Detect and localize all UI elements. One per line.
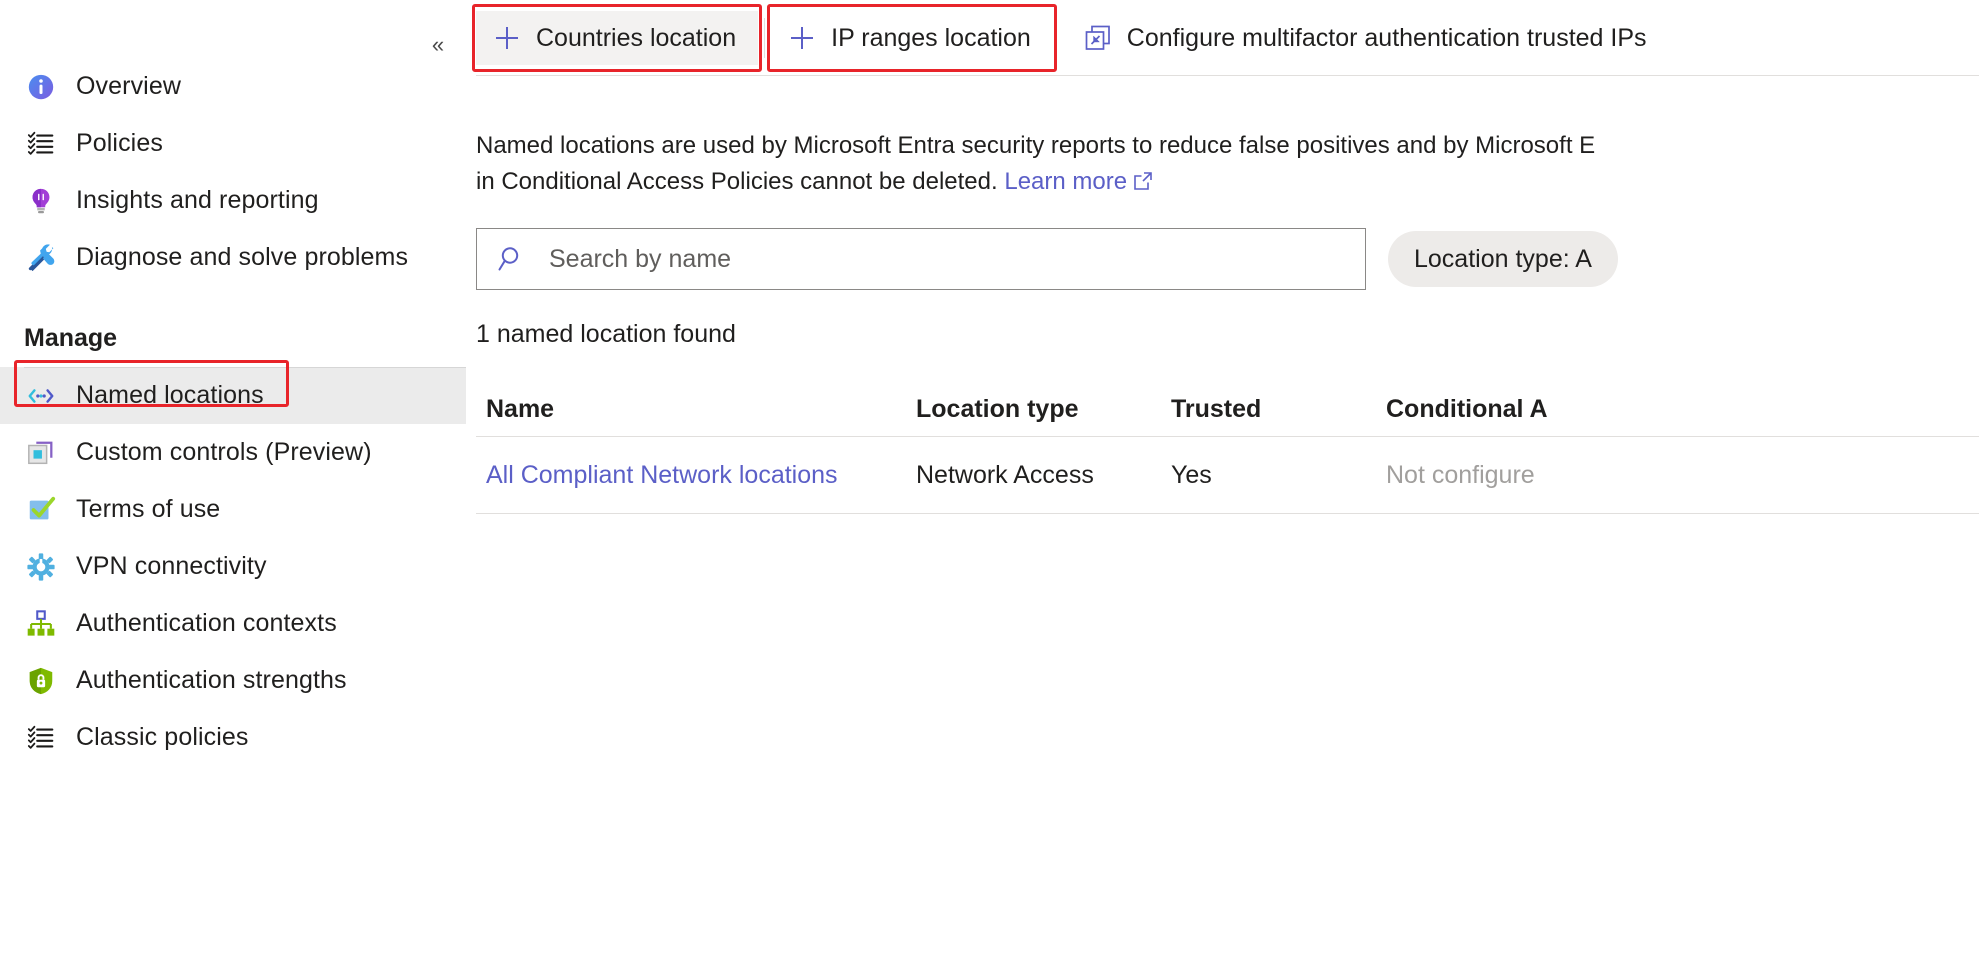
result-count: 1 named location found [476, 320, 736, 348]
column-header-trusted[interactable]: Trusted [1171, 395, 1386, 424]
app-root: « Overview Policies Insights and reporti… [0, 0, 1979, 976]
terms-of-use-icon [24, 493, 58, 527]
search-input[interactable] [547, 228, 1365, 290]
countries-location-button[interactable]: Countries location [476, 11, 759, 65]
vpn-gear-icon [24, 550, 58, 584]
sidebar-item-label: Overview [76, 72, 181, 100]
plus-icon [785, 21, 819, 55]
sidebar-item-label: Insights and reporting [76, 186, 319, 214]
sidebar-item-overview[interactable]: Overview [0, 58, 466, 115]
named-locations-icon [24, 379, 58, 413]
sidebar-item-label: Authentication contexts [76, 609, 337, 637]
sidebar-item-label: Authentication strengths [76, 666, 347, 694]
checklist-icon [24, 721, 58, 755]
chevron-double-left-icon: « [431, 32, 445, 57]
countries-location-label: Countries location [536, 23, 737, 52]
sidebar-nav-list: Overview Policies Insights and reporting… [0, 0, 466, 766]
ip-ranges-location-wrap: IP ranges location [767, 4, 1057, 72]
hierarchy-icon [24, 607, 58, 641]
table-header-row: Name Location type Trusted Conditional A [476, 395, 1979, 437]
sidebar-item-label: Terms of use [76, 495, 221, 523]
configure-trusted-ips-label: Configure multifactor authentication tru… [1126, 23, 1647, 52]
custom-controls-icon [24, 436, 58, 470]
info-icon [24, 70, 58, 104]
plus-icon [490, 21, 524, 55]
sidebar-item-label: Classic policies [76, 723, 249, 751]
cell-location-type: Network Access [916, 460, 1094, 489]
learn-more-link[interactable]: Learn more [1004, 168, 1127, 195]
sidebar-item-authentication-strengths[interactable]: Authentication strengths [0, 652, 466, 709]
sidebar-item-terms-of-use[interactable]: Terms of use [0, 481, 466, 538]
sidebar-item-insights-and-reporting[interactable]: Insights and reporting [0, 172, 466, 229]
page-body: Named locations are used by Microsoft En… [466, 76, 1979, 514]
command-bar-underline [476, 75, 1979, 76]
sidebar-item-authentication-contexts[interactable]: Authentication contexts [0, 595, 466, 652]
sidebar-collapse-button[interactable]: « [418, 28, 458, 62]
page-description: Named locations are used by Microsoft En… [476, 128, 1979, 200]
description-line-2: in Conditional Access Policies cannot be… [476, 168, 998, 195]
sidebar-section-manage: Manage [24, 324, 118, 352]
sidebar-item-label: Policies [76, 129, 163, 157]
command-bar: Countries location IP ranges location Co… [466, 0, 1979, 76]
sidebar: « Overview Policies Insights and reporti… [0, 0, 466, 976]
column-header-location-type[interactable]: Location type [916, 395, 1171, 424]
sidebar-item-vpn-connectivity[interactable]: VPN connectivity [0, 538, 466, 595]
location-type-filter-pill[interactable]: Location type: A [1388, 231, 1618, 287]
configure-trusted-ips-button[interactable]: Configure multifactor authentication tru… [1067, 11, 1669, 65]
sidebar-item-custom-controls[interactable]: Custom controls (Preview) [0, 424, 466, 481]
filter-row: Location type: A [476, 228, 1979, 290]
sidebar-item-label: Named locations [76, 381, 264, 409]
sidebar-item-classic-policies[interactable]: Classic policies [0, 709, 466, 766]
wrench-screwdriver-icon [24, 241, 58, 275]
ip-ranges-location-label: IP ranges location [831, 23, 1031, 52]
search-icon [495, 242, 529, 276]
description-line-1: Named locations are used by Microsoft En… [476, 132, 1596, 159]
lightbulb-icon [24, 184, 58, 218]
cell-name[interactable]: All Compliant Network locations [476, 461, 916, 490]
ip-ranges-location-button[interactable]: IP ranges location [771, 11, 1053, 65]
column-header-name[interactable]: Name [476, 395, 916, 424]
checklist-icon [24, 127, 58, 161]
sidebar-item-label: VPN connectivity [76, 552, 267, 580]
shield-lock-icon [24, 664, 58, 698]
sidebar-item-label: Diagnose and solve problems [76, 243, 409, 271]
sidebar-item-label: Custom controls (Preview) [76, 438, 372, 466]
table-row[interactable]: All Compliant Network locations Network … [476, 437, 1979, 514]
countries-location-wrap: Countries location [472, 4, 763, 72]
cell-trusted: Yes [1171, 460, 1212, 489]
external-link-icon [1133, 166, 1153, 190]
named-locations-table: Name Location type Trusted Conditional A… [476, 395, 1979, 514]
main-content: Countries location IP ranges location Co… [466, 0, 1979, 976]
sidebar-item-diagnose-and-solve-problems[interactable]: Diagnose and solve problems [0, 229, 466, 286]
sidebar-item-policies[interactable]: Policies [0, 115, 466, 172]
cell-conditional-access: Not configure [1386, 460, 1535, 489]
search-box[interactable] [476, 228, 1366, 290]
location-type-filter-label: Location type: A [1414, 244, 1592, 273]
external-link-icon [1081, 21, 1115, 55]
column-header-conditional-access[interactable]: Conditional A [1386, 395, 1979, 424]
sidebar-item-named-locations[interactable]: Named locations [0, 367, 466, 424]
command-bar-divider [764, 18, 766, 58]
configure-trusted-ips-wrap: Configure multifactor authentication tru… [1067, 11, 1669, 65]
